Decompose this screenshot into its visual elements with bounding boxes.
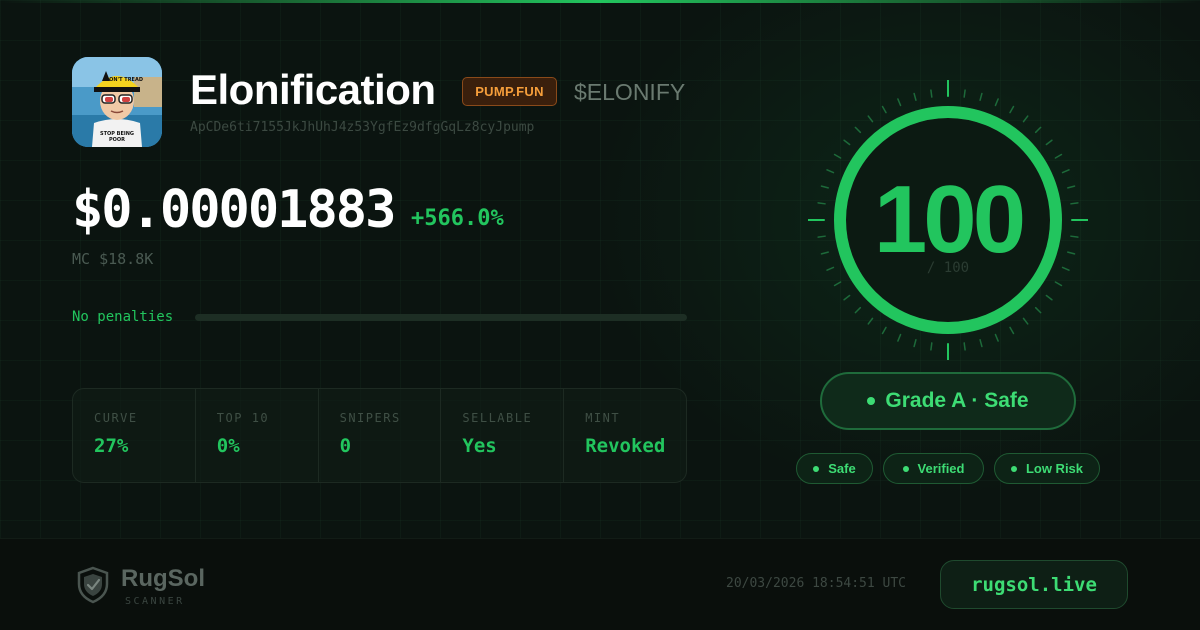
stat-mint: MINT Revoked xyxy=(564,389,686,482)
gauge-tick xyxy=(1009,326,1015,335)
contract-address[interactable]: ApCDe6ti7155JkJhUhJ4z53YgfEz9dfgGqLz8cyJ… xyxy=(190,120,534,135)
gauge-tick xyxy=(833,281,842,287)
token-ticker: $ELONIFY xyxy=(574,79,686,105)
status-dot-icon xyxy=(902,465,909,472)
grade-badge: Grade A · Safe xyxy=(820,372,1076,430)
gauge-tick xyxy=(994,98,999,107)
brand-name: RugSol xyxy=(121,565,205,592)
stat-value: 0 xyxy=(339,435,352,457)
score-value: 100 xyxy=(873,166,1026,273)
token-name: Elonification xyxy=(190,66,436,113)
svg-text:DON'T TREAD: DON'T TREAD xyxy=(105,77,143,83)
site-link[interactable]: rugsol.live xyxy=(940,560,1128,609)
timestamp: 20/03/2026 18:54:51 UTC xyxy=(726,576,907,591)
gauge-tick xyxy=(843,294,851,301)
gauge-tick xyxy=(963,342,966,351)
top-accent-line xyxy=(0,0,1200,3)
token-avatar-icon: STOP BEING POOR DON'T TREAD xyxy=(72,57,162,147)
gauge-tick xyxy=(1045,294,1053,301)
gauge-tick xyxy=(930,89,933,98)
stat-label: SELLABLE xyxy=(462,411,533,425)
stat-label: TOP 10 xyxy=(216,411,270,425)
gauge-tick xyxy=(1022,317,1029,325)
brand-subtitle: SCANNER xyxy=(125,596,185,607)
gauge-tick xyxy=(1009,105,1015,114)
tag-label: Safe xyxy=(828,461,856,476)
gauge-tick xyxy=(913,92,917,101)
gauge-tick xyxy=(994,333,999,342)
penalties-label: No penalties xyxy=(72,309,174,325)
gauge-tick xyxy=(897,98,902,107)
gauge-tick xyxy=(1045,139,1053,146)
stat-label: CURVE xyxy=(94,411,138,425)
status-dot-icon xyxy=(1010,465,1017,472)
stat-value: 0% xyxy=(216,435,240,457)
token-price: $0.00001883 xyxy=(72,180,396,240)
tag-safe: Safe xyxy=(796,453,873,484)
gauge-tick xyxy=(854,306,862,314)
stat-top10: TOP 10 0% xyxy=(196,389,319,482)
gauge-tick xyxy=(1034,306,1042,314)
stat-value: Revoked xyxy=(585,435,666,457)
status-dot-icon xyxy=(813,465,820,472)
stat-value: Yes xyxy=(462,435,497,457)
gauge-tick xyxy=(1022,115,1029,123)
tag-label: Low Risk xyxy=(1025,461,1084,476)
status-dot-icon xyxy=(867,397,876,405)
gauge-tick xyxy=(963,89,966,98)
gauge-tick xyxy=(979,92,983,101)
tag-label: Verified xyxy=(917,461,965,476)
tag-low-risk: Low Risk xyxy=(994,453,1100,484)
gauge-tick xyxy=(881,326,887,335)
price-change: +566.0% xyxy=(411,206,504,231)
gauge-tick xyxy=(843,139,851,146)
svg-text:POOR: POOR xyxy=(109,137,125,143)
shield-check-icon xyxy=(77,566,109,604)
gauge-tick xyxy=(1034,126,1042,134)
gauge-tick xyxy=(854,126,862,134)
gauge-tick xyxy=(897,333,902,342)
score-max: / 100 xyxy=(926,260,970,276)
stat-sellable: SELLABLE Yes xyxy=(441,389,565,482)
gauge-tick xyxy=(881,105,887,114)
grade-label: Grade A · Safe xyxy=(885,389,1029,412)
stat-curve: CURVE 27% xyxy=(73,389,196,482)
gauge-tick xyxy=(833,153,842,159)
platform-badge: PUMP.FUN xyxy=(462,77,557,106)
penalties-bar xyxy=(195,314,687,321)
stat-label: SNIPERS xyxy=(339,411,401,425)
gauge-tick xyxy=(1054,281,1063,287)
gauge-tick xyxy=(867,115,874,123)
gauge-tick xyxy=(867,317,874,325)
stat-label: MINT xyxy=(585,411,621,425)
gauge-tick xyxy=(930,342,933,351)
tag-verified: Verified xyxy=(883,453,984,484)
stat-snipers: SNIPERS 0 xyxy=(319,389,442,482)
market-cap: MC $18.8K xyxy=(72,250,154,268)
stat-value: 27% xyxy=(94,435,129,457)
stats-panel: CURVE 27% TOP 10 0% SNIPERS 0 SELLABLE Y… xyxy=(72,388,687,483)
gauge-tick xyxy=(1054,153,1063,159)
gauge-tick xyxy=(979,339,983,348)
gauge-tick xyxy=(913,339,917,348)
